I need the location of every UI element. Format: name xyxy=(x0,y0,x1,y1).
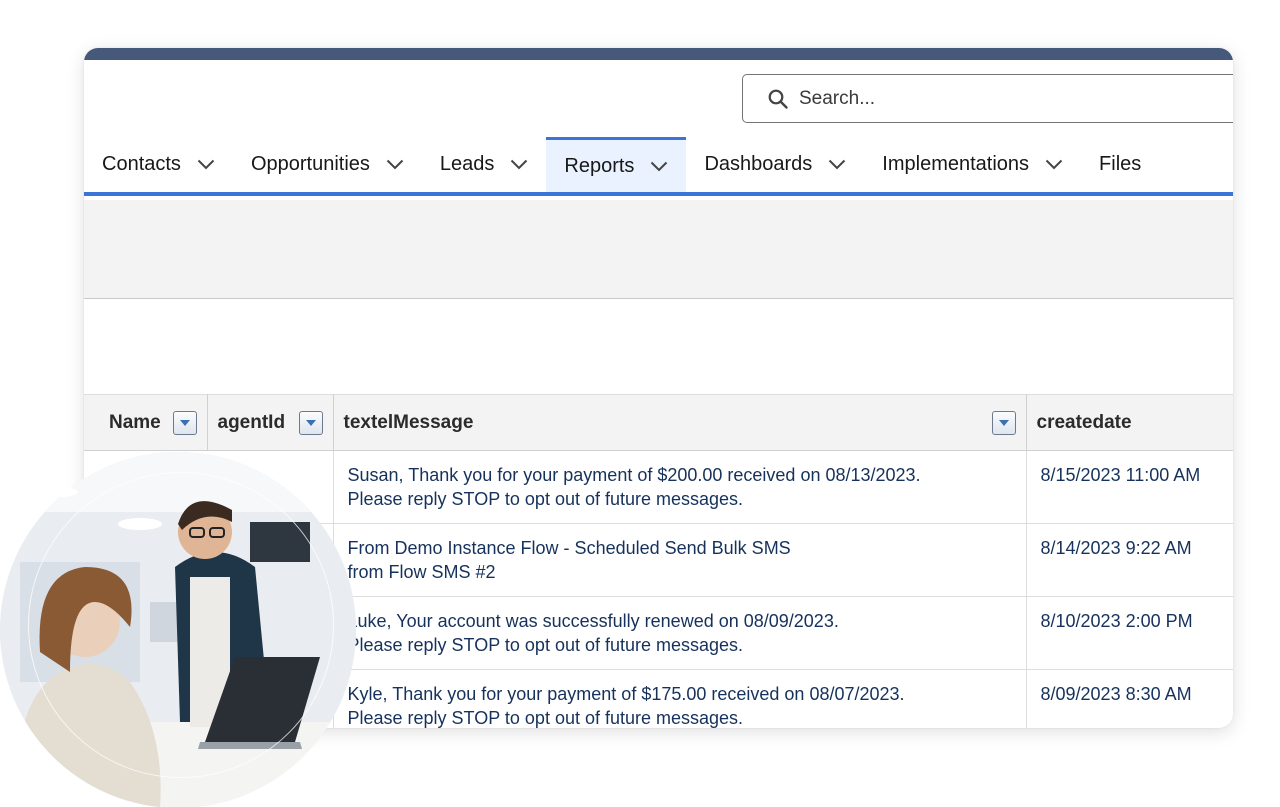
chevron-down-icon[interactable] xyxy=(1045,159,1063,170)
column-header-createdate[interactable]: createdate xyxy=(1026,394,1233,451)
column-header-name[interactable]: Name xyxy=(84,394,208,451)
global-search[interactable] xyxy=(742,74,1233,123)
cell-message: Susan, Thank you for your payment of $20… xyxy=(333,450,1027,524)
app-header-strip xyxy=(84,48,1233,60)
office-photo-illustration xyxy=(0,452,356,807)
column-filter-dropdown-icon[interactable] xyxy=(298,410,323,435)
message-line: From Demo Instance Flow - Scheduled Send… xyxy=(347,538,791,558)
nav-tab-label: Files xyxy=(1099,153,1142,175)
page-header-band xyxy=(84,200,1233,299)
cell-createdate: 8/09/2023 8:30 AM xyxy=(1026,669,1233,728)
nav-tab-label: Implementations xyxy=(882,153,1030,175)
cell-message: Luke, Your account was successfully rene… xyxy=(333,596,1027,670)
column-header-textelmessage[interactable]: textelMessage xyxy=(333,394,1027,451)
nav-tab-label: Opportunities xyxy=(250,153,370,175)
column-header-agentid[interactable]: agentId xyxy=(207,394,334,451)
cell-createdate: 8/15/2023 11:00 AM xyxy=(1026,450,1233,524)
message-line: Please reply STOP to opt out of future m… xyxy=(347,489,744,509)
cell-createdate: 8/10/2023 2:00 PM xyxy=(1026,596,1233,670)
nav-tab-label: Dashboards xyxy=(704,153,813,175)
message-line: Luke, Your account was successfully rene… xyxy=(347,611,839,631)
message-line: from Flow SMS #2 xyxy=(347,562,496,582)
chevron-down-icon[interactable] xyxy=(197,159,215,170)
chevron-down-icon[interactable] xyxy=(828,159,846,170)
nav-bar: Contacts Opportunities Leads Reports Das… xyxy=(84,137,1233,196)
nav-tab-files[interactable]: Files xyxy=(1081,137,1159,192)
chevron-down-icon[interactable] xyxy=(650,161,668,172)
column-filter-dropdown-icon[interactable] xyxy=(172,410,197,435)
column-filter-dropdown-icon[interactable] xyxy=(991,410,1016,435)
search-icon xyxy=(767,88,789,110)
office-photo xyxy=(0,452,356,807)
column-header-label: createdate xyxy=(1036,411,1132,433)
nav-tab-label: Leads xyxy=(439,153,495,175)
cell-message: Kyle, Thank you for your payment of $175… xyxy=(333,669,1027,728)
nav-tab-label: Contacts xyxy=(102,153,181,175)
nav-tab-implementations[interactable]: Implementations xyxy=(864,137,1081,192)
column-header-label: textelMessage xyxy=(343,411,474,433)
cell-message: From Demo Instance Flow - Scheduled Send… xyxy=(333,523,1027,597)
column-header-label: Name xyxy=(109,411,161,433)
column-header-label: agentId xyxy=(217,411,286,433)
search-input[interactable] xyxy=(799,87,1179,110)
chevron-down-icon[interactable] xyxy=(386,159,404,170)
nav-tab-contacts[interactable]: Contacts xyxy=(84,137,233,192)
nav-tab-dashboards[interactable]: Dashboards xyxy=(686,137,864,192)
message-line: Susan, Thank you for your payment of $20… xyxy=(347,465,921,485)
nav-tab-reports[interactable]: Reports xyxy=(546,137,687,192)
nav-tab-leads[interactable]: Leads xyxy=(422,137,547,192)
message-line: Please reply STOP to opt out of future m… xyxy=(347,708,744,728)
nav-tab-label: Reports xyxy=(564,154,635,177)
nav-tab-opportunities[interactable]: Opportunities xyxy=(233,137,422,192)
message-line: Kyle, Thank you for your payment of $175… xyxy=(347,684,905,704)
cell-createdate: 8/14/2023 9:22 AM xyxy=(1026,523,1233,597)
message-line: Please reply STOP to opt out of future m… xyxy=(347,635,744,655)
chevron-down-icon[interactable] xyxy=(510,159,528,170)
table-header-row: Name agentId textelMessage createdate xyxy=(84,394,1233,451)
